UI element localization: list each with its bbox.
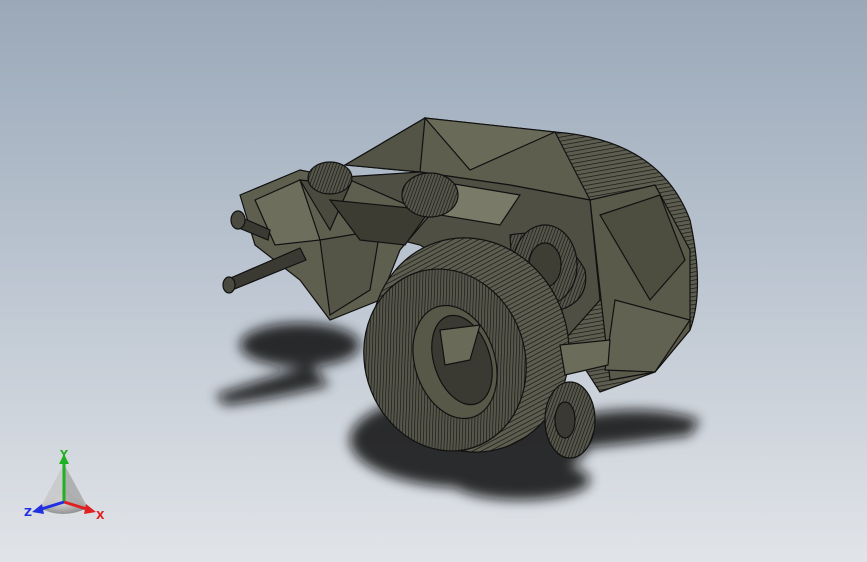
triad-face-right bbox=[64, 464, 88, 508]
z-arrow-head-icon bbox=[32, 504, 44, 514]
graphics-viewport[interactable]: Y X Z bbox=[0, 0, 867, 562]
x-arrow-head-icon bbox=[84, 504, 96, 514]
3d-model-view[interactable] bbox=[0, 0, 867, 562]
orientation-triad[interactable]: Y X Z bbox=[22, 446, 112, 526]
z-axis-label: Z bbox=[24, 506, 32, 519]
triad-face-left bbox=[40, 464, 64, 508]
y-axis-label: Y bbox=[59, 448, 69, 461]
x-axis-label: X bbox=[96, 509, 105, 522]
